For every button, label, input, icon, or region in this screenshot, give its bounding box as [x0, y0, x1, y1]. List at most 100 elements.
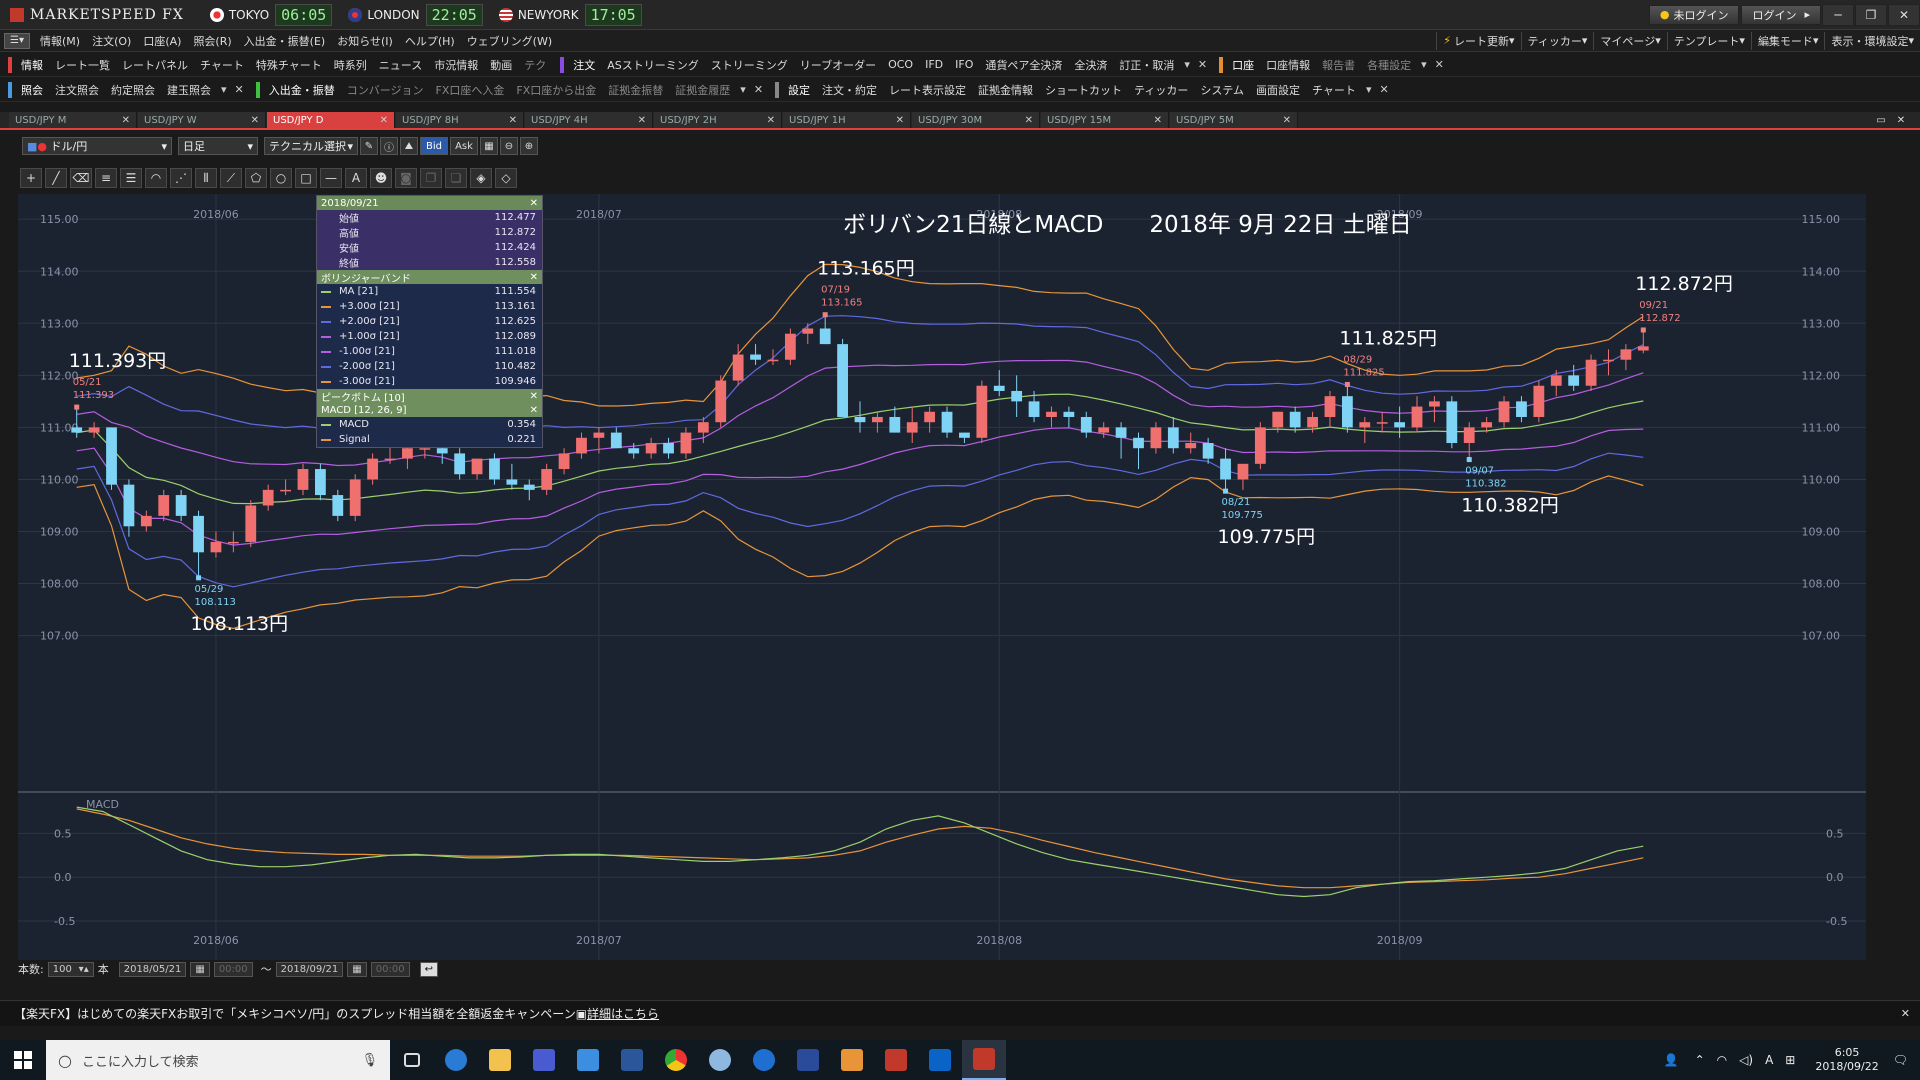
price-chart[interactable]: 115.00 115.00 114.00 114.00 113.00 113.00 112.…	[18, 194, 1866, 960]
ie-icon[interactable]	[434, 1040, 478, 1080]
close-icon[interactable]: ✕	[1901, 1007, 1910, 1020]
menu-account[interactable]: 口座(A)	[137, 33, 187, 49]
ime-indicator[interactable]: A	[1765, 1053, 1773, 1067]
chrome-icon[interactable]	[654, 1040, 698, 1080]
tool-execution-inquiry[interactable]: 約定照会	[105, 82, 161, 98]
tool-ifo[interactable]: IFO	[949, 58, 979, 71]
close-icon[interactable]: ✕	[638, 115, 646, 126]
chart-tab[interactable]: USD/JPY 2H ✕	[654, 112, 782, 128]
close-icon[interactable]: ✕	[1375, 83, 1392, 96]
tool-margin-history[interactable]: 証拠金履歴	[669, 82, 736, 98]
compare-icon[interactable]: ▦	[480, 137, 498, 155]
vline-icon[interactable]: ⦀	[195, 168, 217, 188]
tool-setting[interactable]: 設定	[782, 82, 816, 98]
close-icon[interactable]: ✕	[750, 83, 767, 96]
rectangle-icon[interactable]: □	[295, 168, 317, 188]
chart-tab[interactable]: USD/JPY 4H ✕	[525, 112, 653, 128]
close-icon[interactable]: ✕	[122, 115, 130, 126]
file-explorer-icon[interactable]	[478, 1040, 522, 1080]
close-icon[interactable]: ✕	[1431, 58, 1448, 71]
microphone-icon[interactable]: 🎙	[361, 1053, 378, 1068]
tool-chart[interactable]: チャート	[194, 57, 250, 73]
restore-button[interactable]: ❐	[1855, 3, 1887, 26]
close-icon[interactable]: ✕	[1154, 115, 1162, 126]
close-icon[interactable]: ✕	[1025, 115, 1033, 126]
menu-webring[interactable]: ウェブリング(W)	[461, 33, 558, 49]
regression-icon[interactable]: ⟋	[220, 168, 242, 188]
tool-order[interactable]: 注文	[567, 57, 601, 73]
ticker-menu[interactable]: ティッカー ▾	[1520, 31, 1594, 50]
tool-ifd[interactable]: IFD	[919, 58, 949, 71]
period-select[interactable]: 日足 ▾	[178, 137, 258, 155]
copy-icon[interactable]: ❐	[420, 168, 442, 188]
menu-inquiry[interactable]: 照会(R)	[187, 33, 237, 49]
close-icon[interactable]: ✕	[896, 115, 904, 126]
tool-close-all[interactable]: 全決済	[1068, 57, 1113, 73]
parallel-icon[interactable]: ☰	[120, 168, 142, 188]
menu-notice[interactable]: お知らせ(I)	[331, 33, 399, 49]
tool-deposit[interactable]: 入出金・振替	[263, 82, 341, 98]
chart-tab[interactable]: USD/JPY 5M ✕	[1170, 112, 1298, 128]
reload-icon[interactable]: ↩	[419, 961, 438, 977]
fan-icon[interactable]: ⋰	[170, 168, 192, 188]
info-icon[interactable]: ⓘ	[380, 137, 398, 155]
tool-report[interactable]: 報告書	[1316, 57, 1361, 73]
tool-rate-list[interactable]: レート一覧	[49, 57, 116, 73]
tool-ticker[interactable]: ティッカー	[1128, 82, 1194, 98]
tool-account[interactable]: 口座	[1226, 57, 1260, 73]
app-icon-orange[interactable]	[830, 1040, 874, 1080]
trendline-icon[interactable]: ╱	[45, 168, 67, 188]
paste-icon[interactable]: ❏	[445, 168, 467, 188]
ask-toggle[interactable]: Ask	[450, 137, 478, 155]
tool-fx-deposit[interactable]: FX口座へ入金	[430, 82, 511, 98]
tool-rate-panel[interactable]: レートパネル	[116, 57, 194, 73]
login-button[interactable]: ログイン ▸	[1741, 4, 1821, 25]
tool-order-execution[interactable]: 注文・約定	[816, 82, 883, 98]
login-status-button[interactable]: ● 未ログイン	[1648, 4, 1740, 25]
close-icon[interactable]: ✕	[530, 272, 538, 283]
tool-margin-info[interactable]: 証拠金情報	[972, 82, 1039, 98]
tool-position-inquiry[interactable]: 建玉照会	[161, 82, 217, 98]
taskbar-clock[interactable]: 6:05 2018/09/22	[1815, 1046, 1878, 1074]
text-icon[interactable]: A	[345, 168, 367, 188]
minimize-button[interactable]: ─	[1822, 3, 1854, 26]
tool-special-chart[interactable]: 特殊チャート	[250, 57, 328, 73]
menu-info[interactable]: 情報(M)	[34, 33, 86, 49]
close-icon[interactable]: ✕	[509, 115, 517, 126]
word-icon[interactable]	[610, 1040, 654, 1080]
tool-fx-withdraw[interactable]: FX口座から出金	[510, 82, 602, 98]
chart-tab[interactable]: USD/JPY 15M ✕	[1041, 112, 1169, 128]
display-settings-menu[interactable]: 表示・環境設定 ▾	[1824, 31, 1920, 50]
rate-update-menu[interactable]: ⚡ レート更新 ▾	[1436, 31, 1520, 50]
lock-icon[interactable]: ◙	[395, 168, 417, 188]
chart-type-icon[interactable]: ⛰	[400, 137, 418, 155]
icon-stamp-icon[interactable]: ☻	[370, 168, 392, 188]
tool-leave-order[interactable]: リーブオーダー	[794, 57, 882, 73]
chart-tab[interactable]: USD/JPY 8H ✕	[396, 112, 524, 128]
tool-streaming[interactable]: ストリーミング	[705, 57, 794, 73]
close-icon[interactable]: ✕	[251, 115, 259, 126]
close-icon[interactable]: ✕	[767, 115, 775, 126]
chart-tab[interactable]: USD/JPY 30M ✕	[912, 112, 1040, 128]
close-icon[interactable]: ✕	[1283, 115, 1291, 126]
to-date-field[interactable]: 2018/09/21	[275, 961, 344, 977]
tool-pair-close-all[interactable]: 通貨ペア全決済	[979, 57, 1068, 73]
tool-as-streaming[interactable]: ASストリーミング	[601, 57, 705, 73]
people-icon[interactable]: 👤	[1664, 1053, 1679, 1067]
close-icon[interactable]: ✕	[530, 198, 538, 209]
paint-icon[interactable]	[698, 1040, 742, 1080]
tool-order-inquiry[interactable]: 注文照会	[49, 82, 105, 98]
menu-help[interactable]: ヘルプ(H)	[399, 33, 461, 49]
chart-tab[interactable]: USD/JPY W ✕	[138, 112, 266, 128]
tool-margin-transfer[interactable]: 証拠金振替	[602, 82, 669, 98]
tool-info[interactable]: 情報	[15, 57, 49, 73]
tool-screen-settings[interactable]: 画面設定	[1250, 82, 1306, 98]
windows-start-icon[interactable]	[0, 1040, 46, 1080]
technical-select[interactable]: テクニカル選択 ▾	[264, 137, 358, 155]
ime-mode-icon[interactable]: ⊞	[1785, 1053, 1795, 1067]
tool-shortcut[interactable]: ショートカット	[1039, 82, 1128, 98]
system-menu-button[interactable]: ☰▾	[4, 32, 30, 49]
tool-conversion[interactable]: コンバージョン	[341, 82, 430, 98]
template-menu[interactable]: テンプレート ▾	[1666, 31, 1751, 50]
dropdown-icon[interactable]: ▾	[736, 83, 750, 96]
